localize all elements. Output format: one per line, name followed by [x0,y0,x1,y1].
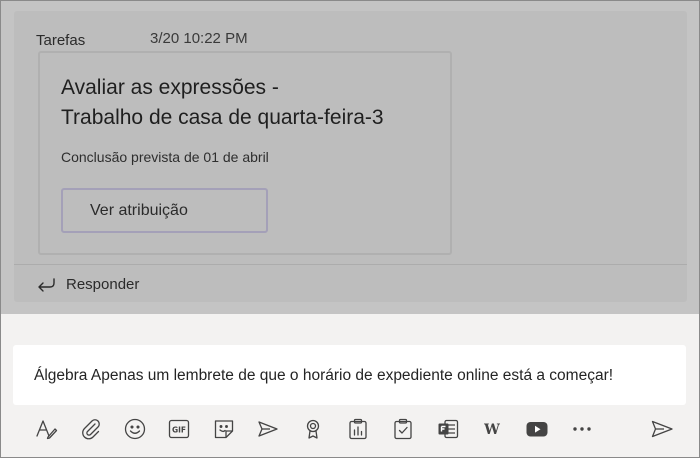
gif-button[interactable]: GIF [165,415,193,443]
format-icon [36,420,58,440]
gif-icon: GIF [168,419,190,439]
reply-button[interactable]: Responder [36,273,139,295]
compose-toolbar: GIF W [1,413,699,445]
compose-box[interactable]: Álgebra Apenas um lembrete de que o horá… [13,345,686,405]
view-assignment-button[interactable]: Ver atribuição [61,188,268,233]
insights-icon [349,418,367,440]
attach-icon [82,419,100,440]
assignment-title-line2: Trabalho de casa de quarta-feira-3 [61,106,384,129]
assignments-button[interactable] [389,415,417,443]
sticker-button[interactable] [210,415,238,443]
praise-icon [306,419,320,439]
youtube-icon [526,422,548,437]
channel-post: Tarefas 3/20 10:22 PM Avaliar as express… [14,11,687,302]
more-icon [573,427,591,431]
wiki-button[interactable]: W [478,415,506,443]
reply-label: Responder [66,275,140,293]
post-divider [14,264,687,265]
attach-button[interactable] [77,415,105,443]
post-timestamp: 3/20 10:22 PM [150,30,248,47]
assignment-title: Avaliar as expressões - Trabalho de casa… [61,73,441,133]
emoji-button[interactable] [121,415,149,443]
assignment-card: Avaliar as expressões - Trabalho de casa… [38,51,452,255]
assignments-icon [394,418,412,440]
forms-button[interactable] [434,415,462,443]
emoji-icon [124,418,146,440]
wiki-icon: W [483,422,500,438]
window: Tarefas 3/20 10:22 PM Avaliar as express… [0,0,700,458]
stream-icon [258,421,278,437]
forms-icon [438,419,459,439]
send-button[interactable] [648,415,676,443]
message-composer: Álgebra Apenas um lembrete de que o horá… [1,314,699,457]
praise-button[interactable] [299,415,327,443]
send-icon [651,420,673,438]
post-author: Tarefas [36,31,86,49]
assignment-due-date: Conclusão prevista de 01 de abril [61,149,269,165]
compose-text[interactable]: Álgebra Apenas um lembrete de que o horá… [34,367,613,385]
svg-text:W: W [483,422,500,438]
format-button[interactable] [32,415,60,443]
svg-text:GIF: GIF [172,426,186,435]
stream-button[interactable] [254,415,282,443]
reply-arrow-icon [38,278,55,292]
more-options-button[interactable] [568,415,596,443]
youtube-button[interactable] [523,415,551,443]
insights-button[interactable] [344,415,372,443]
assignment-title-line1: Avaliar as expressões - [61,76,279,99]
sticker-icon [214,420,234,439]
post-header: Tarefas 3/20 10:22 PM [36,30,248,50]
